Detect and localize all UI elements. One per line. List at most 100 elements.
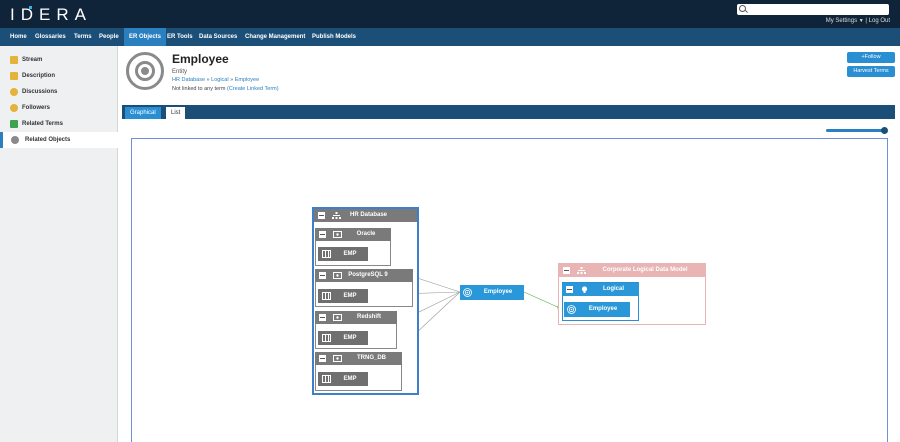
nav-home[interactable]: Home xyxy=(5,28,32,46)
sidebar-item-label: Related Terms xyxy=(22,121,63,127)
breadcrumb-hr-database[interactable]: HR Database xyxy=(172,77,205,83)
search-input[interactable] xyxy=(748,4,886,15)
hr-database-header[interactable]: HR Database xyxy=(314,209,417,222)
nav-er-objects[interactable]: ER Objects xyxy=(124,28,167,46)
tab-list[interactable]: List xyxy=(166,107,186,119)
caret-down-icon[interactable]: ▼ xyxy=(859,18,864,24)
table-label: EMP xyxy=(343,335,357,341)
table-label: EMP xyxy=(343,251,357,257)
table-label: EMP xyxy=(343,376,357,382)
sidebar-item-related-objects[interactable]: Related Objects xyxy=(0,132,118,148)
corporate-model-label: Corporate Logical Data Model xyxy=(602,267,688,273)
source-redshift-label: Redshift xyxy=(357,314,381,320)
entity-target-icon xyxy=(567,305,576,314)
database-hierarchy-icon xyxy=(332,212,341,219)
source-trng-db-header[interactable]: TRNG_DB xyxy=(315,352,402,365)
related-objects-icon xyxy=(11,136,19,144)
center-entity-employee[interactable]: Employee xyxy=(460,285,524,300)
table-emp-oracle[interactable]: EMP xyxy=(318,247,368,261)
sidebar-item-label: Followers xyxy=(22,105,51,111)
my-settings-link[interactable]: My Settings xyxy=(826,18,857,24)
create-linked-term-link[interactable]: (Create Linked Term) xyxy=(227,86,279,92)
logical-model-header[interactable]: Logical xyxy=(562,283,639,296)
sidebar-item-stream[interactable]: Stream xyxy=(0,52,118,68)
harvest-terms-button[interactable]: Harvest Terms xyxy=(847,66,895,77)
logo-dot xyxy=(29,6,32,9)
follow-button[interactable]: +Follow xyxy=(847,52,895,63)
data-source-icon xyxy=(333,272,342,279)
data-source-icon xyxy=(333,314,342,321)
source-postgresql-label: PostgreSQL 9 xyxy=(348,272,388,278)
sidebar-item-discussions[interactable]: Discussions xyxy=(0,84,118,100)
table-label: EMP xyxy=(343,293,357,299)
table-emp-redshift[interactable]: EMP xyxy=(318,331,368,345)
sidebar-item-related-terms[interactable]: Related Terms xyxy=(0,116,118,132)
sidebar-item-label: Description xyxy=(22,73,56,79)
page-title: Employee xyxy=(172,52,229,66)
nav-terms[interactable]: Terms xyxy=(69,28,97,46)
logical-model-icon xyxy=(581,286,588,293)
view-tab-bar: Graphical List xyxy=(122,105,895,119)
related-terms-icon xyxy=(10,120,18,128)
zoom-slider-handle[interactable] xyxy=(881,127,888,134)
collapse-toggle-icon[interactable] xyxy=(319,355,326,362)
search-icon xyxy=(739,5,746,12)
stream-icon xyxy=(10,56,18,64)
sidebar-item-description[interactable]: Description xyxy=(0,68,118,84)
sidebar-item-followers[interactable]: Followers xyxy=(0,100,118,116)
linked-term-text: Not linked to any term xyxy=(172,86,226,92)
entity-icon-core xyxy=(141,67,149,75)
search-box[interactable] xyxy=(737,4,889,15)
zoom-slider[interactable] xyxy=(826,127,888,134)
logout-link[interactable]: | Log Out xyxy=(865,18,890,24)
nav-data-sources[interactable]: Data Sources xyxy=(194,28,242,46)
sidebar: Stream Description Discussions Followers… xyxy=(0,46,118,442)
table-grid-icon xyxy=(322,292,331,300)
model-hierarchy-icon xyxy=(577,267,586,274)
tab-graphical[interactable]: Graphical xyxy=(125,107,161,119)
table-emp-postgresql[interactable]: EMP xyxy=(318,289,368,303)
main-nav: Home Glossaries Terms People ER Objects … xyxy=(0,28,900,46)
collapse-toggle-icon[interactable] xyxy=(318,212,325,219)
collapse-toggle-icon[interactable] xyxy=(319,314,326,321)
collapse-toggle-icon[interactable] xyxy=(566,286,573,293)
nav-er-tools[interactable]: ER Tools xyxy=(162,28,198,46)
nav-people[interactable]: People xyxy=(94,28,124,46)
table-emp-trng-db[interactable]: EMP xyxy=(318,372,368,386)
entity-type: Entity xyxy=(172,69,188,75)
breadcrumb-employee[interactable]: Employee xyxy=(235,77,259,83)
linked-term-status: Not linked to any term (Create Linked Te… xyxy=(172,86,279,92)
data-source-icon xyxy=(333,231,342,238)
table-grid-icon xyxy=(322,375,331,383)
nav-glossaries[interactable]: Glossaries xyxy=(30,28,71,46)
discussions-icon xyxy=(10,88,18,96)
center-entity-label: Employee xyxy=(483,289,513,295)
logical-entity-label: Employee xyxy=(588,306,618,312)
description-icon xyxy=(10,72,18,80)
idera-logo[interactable]: IDERA xyxy=(10,5,92,25)
nav-change-management[interactable]: Change Management xyxy=(240,28,310,46)
table-grid-icon xyxy=(322,334,331,342)
source-redshift-header[interactable]: Redshift xyxy=(315,311,397,324)
nav-publish-models[interactable]: Publish Models xyxy=(307,28,361,46)
logical-entity-employee[interactable]: Employee xyxy=(564,302,630,317)
table-grid-icon xyxy=(322,250,331,258)
sidebar-item-label: Stream xyxy=(22,57,43,63)
entity-target-icon xyxy=(463,288,472,297)
collapse-toggle-icon[interactable] xyxy=(319,272,326,279)
source-postgresql-header[interactable]: PostgreSQL 9 xyxy=(315,269,413,282)
logical-model-label: Logical xyxy=(602,286,624,292)
source-trng-db-label: TRNG_DB xyxy=(356,355,386,361)
breadcrumb-logical[interactable]: Logical xyxy=(211,77,228,83)
entity-icon xyxy=(126,52,164,90)
collapse-toggle-icon[interactable] xyxy=(563,267,570,274)
corporate-model-header[interactable]: Corporate Logical Data Model xyxy=(559,264,705,277)
user-links: My Settings ▼ | Log Out xyxy=(826,18,890,24)
sidebar-item-label: Discussions xyxy=(22,89,58,95)
source-oracle-header[interactable]: Oracle xyxy=(315,228,391,241)
top-bar: IDERA My Settings ▼ | Log Out xyxy=(0,0,900,28)
followers-icon xyxy=(10,104,18,112)
hr-database-label: HR Database xyxy=(350,212,388,218)
collapse-toggle-icon[interactable] xyxy=(319,231,326,238)
data-source-icon xyxy=(333,355,342,362)
